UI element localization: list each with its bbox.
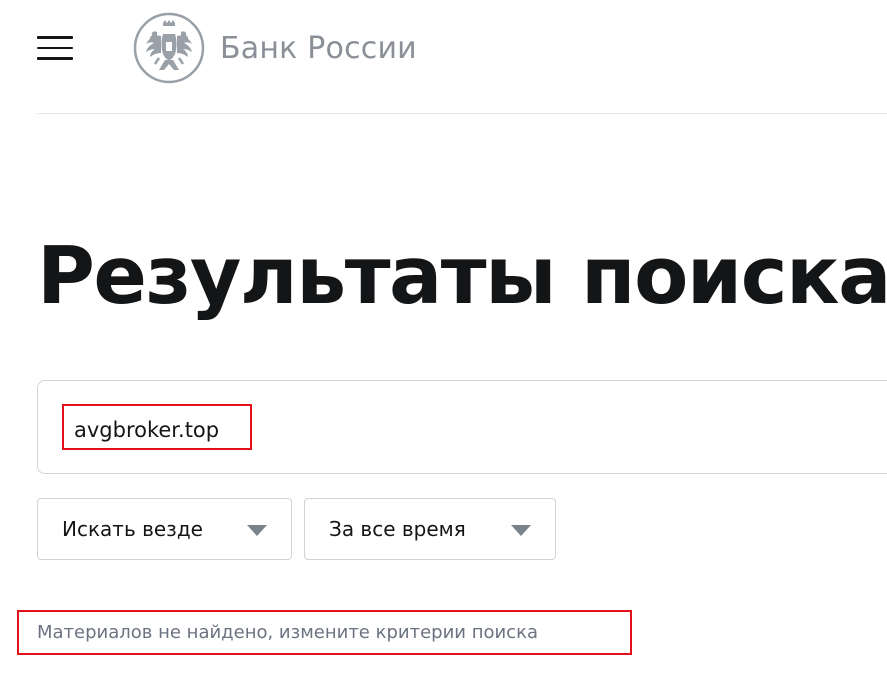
menu-line-icon (37, 57, 73, 60)
chevron-down-icon (511, 525, 531, 536)
menu-line-icon (37, 36, 73, 39)
page: Банк России Результаты поиска Искать вез… (0, 0, 887, 679)
search-scope-select[interactable]: Искать везде (37, 498, 292, 560)
search-period-value: За все время (329, 517, 466, 541)
double-headed-eagle-icon (133, 12, 205, 84)
no-results-message: Материалов не найдено, измените критерии… (37, 622, 538, 643)
hamburger-menu-button[interactable] (37, 36, 73, 60)
search-field[interactable] (37, 380, 887, 474)
chevron-down-icon (247, 525, 267, 536)
header-divider (37, 113, 887, 114)
search-scope-value: Искать везде (62, 517, 203, 541)
search-period-select[interactable]: За все время (304, 498, 556, 560)
menu-line-icon (37, 46, 73, 49)
page-title: Результаты поиска (37, 230, 887, 322)
search-input[interactable] (74, 410, 674, 450)
bank-name-text: Банк России (220, 30, 417, 66)
bank-logo-link[interactable]: Банк России (133, 12, 417, 84)
